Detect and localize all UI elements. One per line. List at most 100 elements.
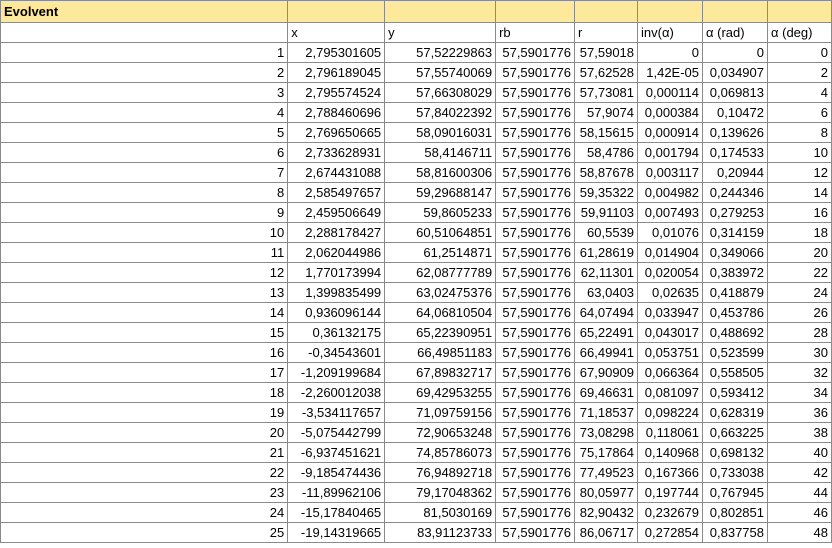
row-index-cell[interactable]: 21	[0, 442, 289, 463]
y-cell[interactable]: 57,66308029	[384, 82, 497, 103]
x-cell[interactable]: -9,185474436	[287, 462, 386, 483]
alpha-rad-cell[interactable]: 0	[702, 42, 768, 63]
alpha-deg-cell[interactable]: 46	[767, 502, 832, 523]
r-cell[interactable]: 60,5539	[574, 222, 639, 243]
x-cell[interactable]: 2,585497657	[287, 182, 386, 203]
row-index-cell[interactable]: 4	[0, 102, 289, 123]
alpha-rad-cell[interactable]: 0,279253	[702, 202, 768, 223]
alpha-deg-cell[interactable]: 12	[767, 162, 832, 183]
alpha-deg-cell[interactable]: 16	[767, 202, 832, 223]
r-cell[interactable]: 86,06717	[574, 522, 639, 543]
column-header-alpha-deg[interactable]: α (deg)	[767, 22, 832, 43]
x-cell[interactable]: 2,459506649	[287, 202, 386, 223]
alpha-rad-cell[interactable]: 0,733038	[702, 462, 768, 483]
alpha-deg-cell[interactable]: 26	[767, 302, 832, 323]
y-cell[interactable]: 71,09759156	[384, 402, 497, 423]
inv-alpha-cell[interactable]: 0,098224	[637, 402, 704, 423]
row-index-cell[interactable]: 25	[0, 522, 289, 543]
alpha-deg-cell[interactable]: 14	[767, 182, 832, 203]
alpha-deg-cell[interactable]: 28	[767, 322, 832, 343]
inv-alpha-cell[interactable]: 0,053751	[637, 342, 704, 363]
rb-cell[interactable]: 57,5901776	[495, 382, 576, 403]
inv-alpha-cell[interactable]: 0,014904	[637, 242, 704, 263]
row-index-cell[interactable]: 6	[0, 142, 289, 163]
y-cell[interactable]: 79,17048362	[384, 482, 497, 503]
x-cell[interactable]: 2,769650665	[287, 122, 386, 143]
row-index-cell[interactable]: 8	[0, 182, 289, 203]
r-cell[interactable]: 80,05977	[574, 482, 639, 503]
rb-cell[interactable]: 57,5901776	[495, 142, 576, 163]
row-index-cell[interactable]: 19	[0, 402, 289, 423]
y-cell[interactable]: 59,8605233	[384, 202, 497, 223]
x-cell[interactable]: 2,788460696	[287, 102, 386, 123]
y-cell[interactable]: 57,55740069	[384, 62, 497, 83]
row-index-cell[interactable]: 17	[0, 362, 289, 383]
r-cell[interactable]: 57,73081	[574, 82, 639, 103]
x-cell[interactable]: -0,34543601	[287, 342, 386, 363]
alpha-rad-cell[interactable]: 0,488692	[702, 322, 768, 343]
header-blank-cell[interactable]	[0, 22, 289, 43]
alpha-rad-cell[interactable]: 0,663225	[702, 422, 768, 443]
x-cell[interactable]: 0,36132175	[287, 322, 386, 343]
rb-cell[interactable]: 57,5901776	[495, 362, 576, 383]
row-index-cell[interactable]: 9	[0, 202, 289, 223]
inv-alpha-cell[interactable]: 0,033947	[637, 302, 704, 323]
rb-cell[interactable]: 57,5901776	[495, 242, 576, 263]
x-cell[interactable]: -6,937451621	[287, 442, 386, 463]
rb-cell[interactable]: 57,5901776	[495, 122, 576, 143]
y-cell[interactable]: 57,52229863	[384, 42, 497, 63]
y-cell[interactable]: 58,81600306	[384, 162, 497, 183]
rb-cell[interactable]: 57,5901776	[495, 202, 576, 223]
row-index-cell[interactable]: 22	[0, 462, 289, 483]
alpha-deg-cell[interactable]: 42	[767, 462, 832, 483]
row-index-cell[interactable]: 5	[0, 122, 289, 143]
row-index-cell[interactable]: 3	[0, 82, 289, 103]
title-cell[interactable]	[574, 0, 639, 23]
y-cell[interactable]: 69,42953255	[384, 382, 497, 403]
inv-alpha-cell[interactable]: 0,272854	[637, 522, 704, 543]
y-cell[interactable]: 81,5030169	[384, 502, 497, 523]
x-cell[interactable]: 2,796189045	[287, 62, 386, 83]
rb-cell[interactable]: 57,5901776	[495, 62, 576, 83]
y-cell[interactable]: 63,02475376	[384, 282, 497, 303]
r-cell[interactable]: 62,11301	[574, 262, 639, 283]
row-index-cell[interactable]: 23	[0, 482, 289, 503]
x-cell[interactable]: -5,075442799	[287, 422, 386, 443]
rb-cell[interactable]: 57,5901776	[495, 82, 576, 103]
x-cell[interactable]: 2,795574524	[287, 82, 386, 103]
x-cell[interactable]: 2,733628931	[287, 142, 386, 163]
alpha-rad-cell[interactable]: 0,174533	[702, 142, 768, 163]
alpha-deg-cell[interactable]: 8	[767, 122, 832, 143]
row-index-cell[interactable]: 18	[0, 382, 289, 403]
rb-cell[interactable]: 57,5901776	[495, 302, 576, 323]
alpha-rad-cell[interactable]: 0,383972	[702, 262, 768, 283]
alpha-deg-cell[interactable]: 30	[767, 342, 832, 363]
r-cell[interactable]: 57,59018	[574, 42, 639, 63]
alpha-deg-cell[interactable]: 36	[767, 402, 832, 423]
alpha-rad-cell[interactable]: 0,244346	[702, 182, 768, 203]
alpha-rad-cell[interactable]: 0,314159	[702, 222, 768, 243]
rb-cell[interactable]: 57,5901776	[495, 222, 576, 243]
inv-alpha-cell[interactable]: 0,003117	[637, 162, 704, 183]
alpha-deg-cell[interactable]: 48	[767, 522, 832, 543]
column-header-inv-alpha[interactable]: inv(α)	[637, 22, 704, 43]
alpha-deg-cell[interactable]: 2	[767, 62, 832, 83]
rb-cell[interactable]: 57,5901776	[495, 262, 576, 283]
alpha-deg-cell[interactable]: 0	[767, 42, 832, 63]
rb-cell[interactable]: 57,5901776	[495, 322, 576, 343]
x-cell[interactable]: 2,062044986	[287, 242, 386, 263]
alpha-rad-cell[interactable]: 0,558505	[702, 362, 768, 383]
r-cell[interactable]: 58,87678	[574, 162, 639, 183]
title-cell[interactable]	[702, 0, 768, 23]
inv-alpha-cell[interactable]: 0,02635	[637, 282, 704, 303]
inv-alpha-cell[interactable]: 0,007493	[637, 202, 704, 223]
column-header-y[interactable]: y	[384, 22, 497, 43]
row-index-cell[interactable]: 13	[0, 282, 289, 303]
alpha-deg-cell[interactable]: 34	[767, 382, 832, 403]
title-cell[interactable]	[495, 0, 576, 23]
alpha-deg-cell[interactable]: 20	[767, 242, 832, 263]
y-cell[interactable]: 62,08777789	[384, 262, 497, 283]
x-cell[interactable]: -19,14319665	[287, 522, 386, 543]
row-index-cell[interactable]: 12	[0, 262, 289, 283]
column-header-alpha-rad[interactable]: α (rad)	[702, 22, 768, 43]
